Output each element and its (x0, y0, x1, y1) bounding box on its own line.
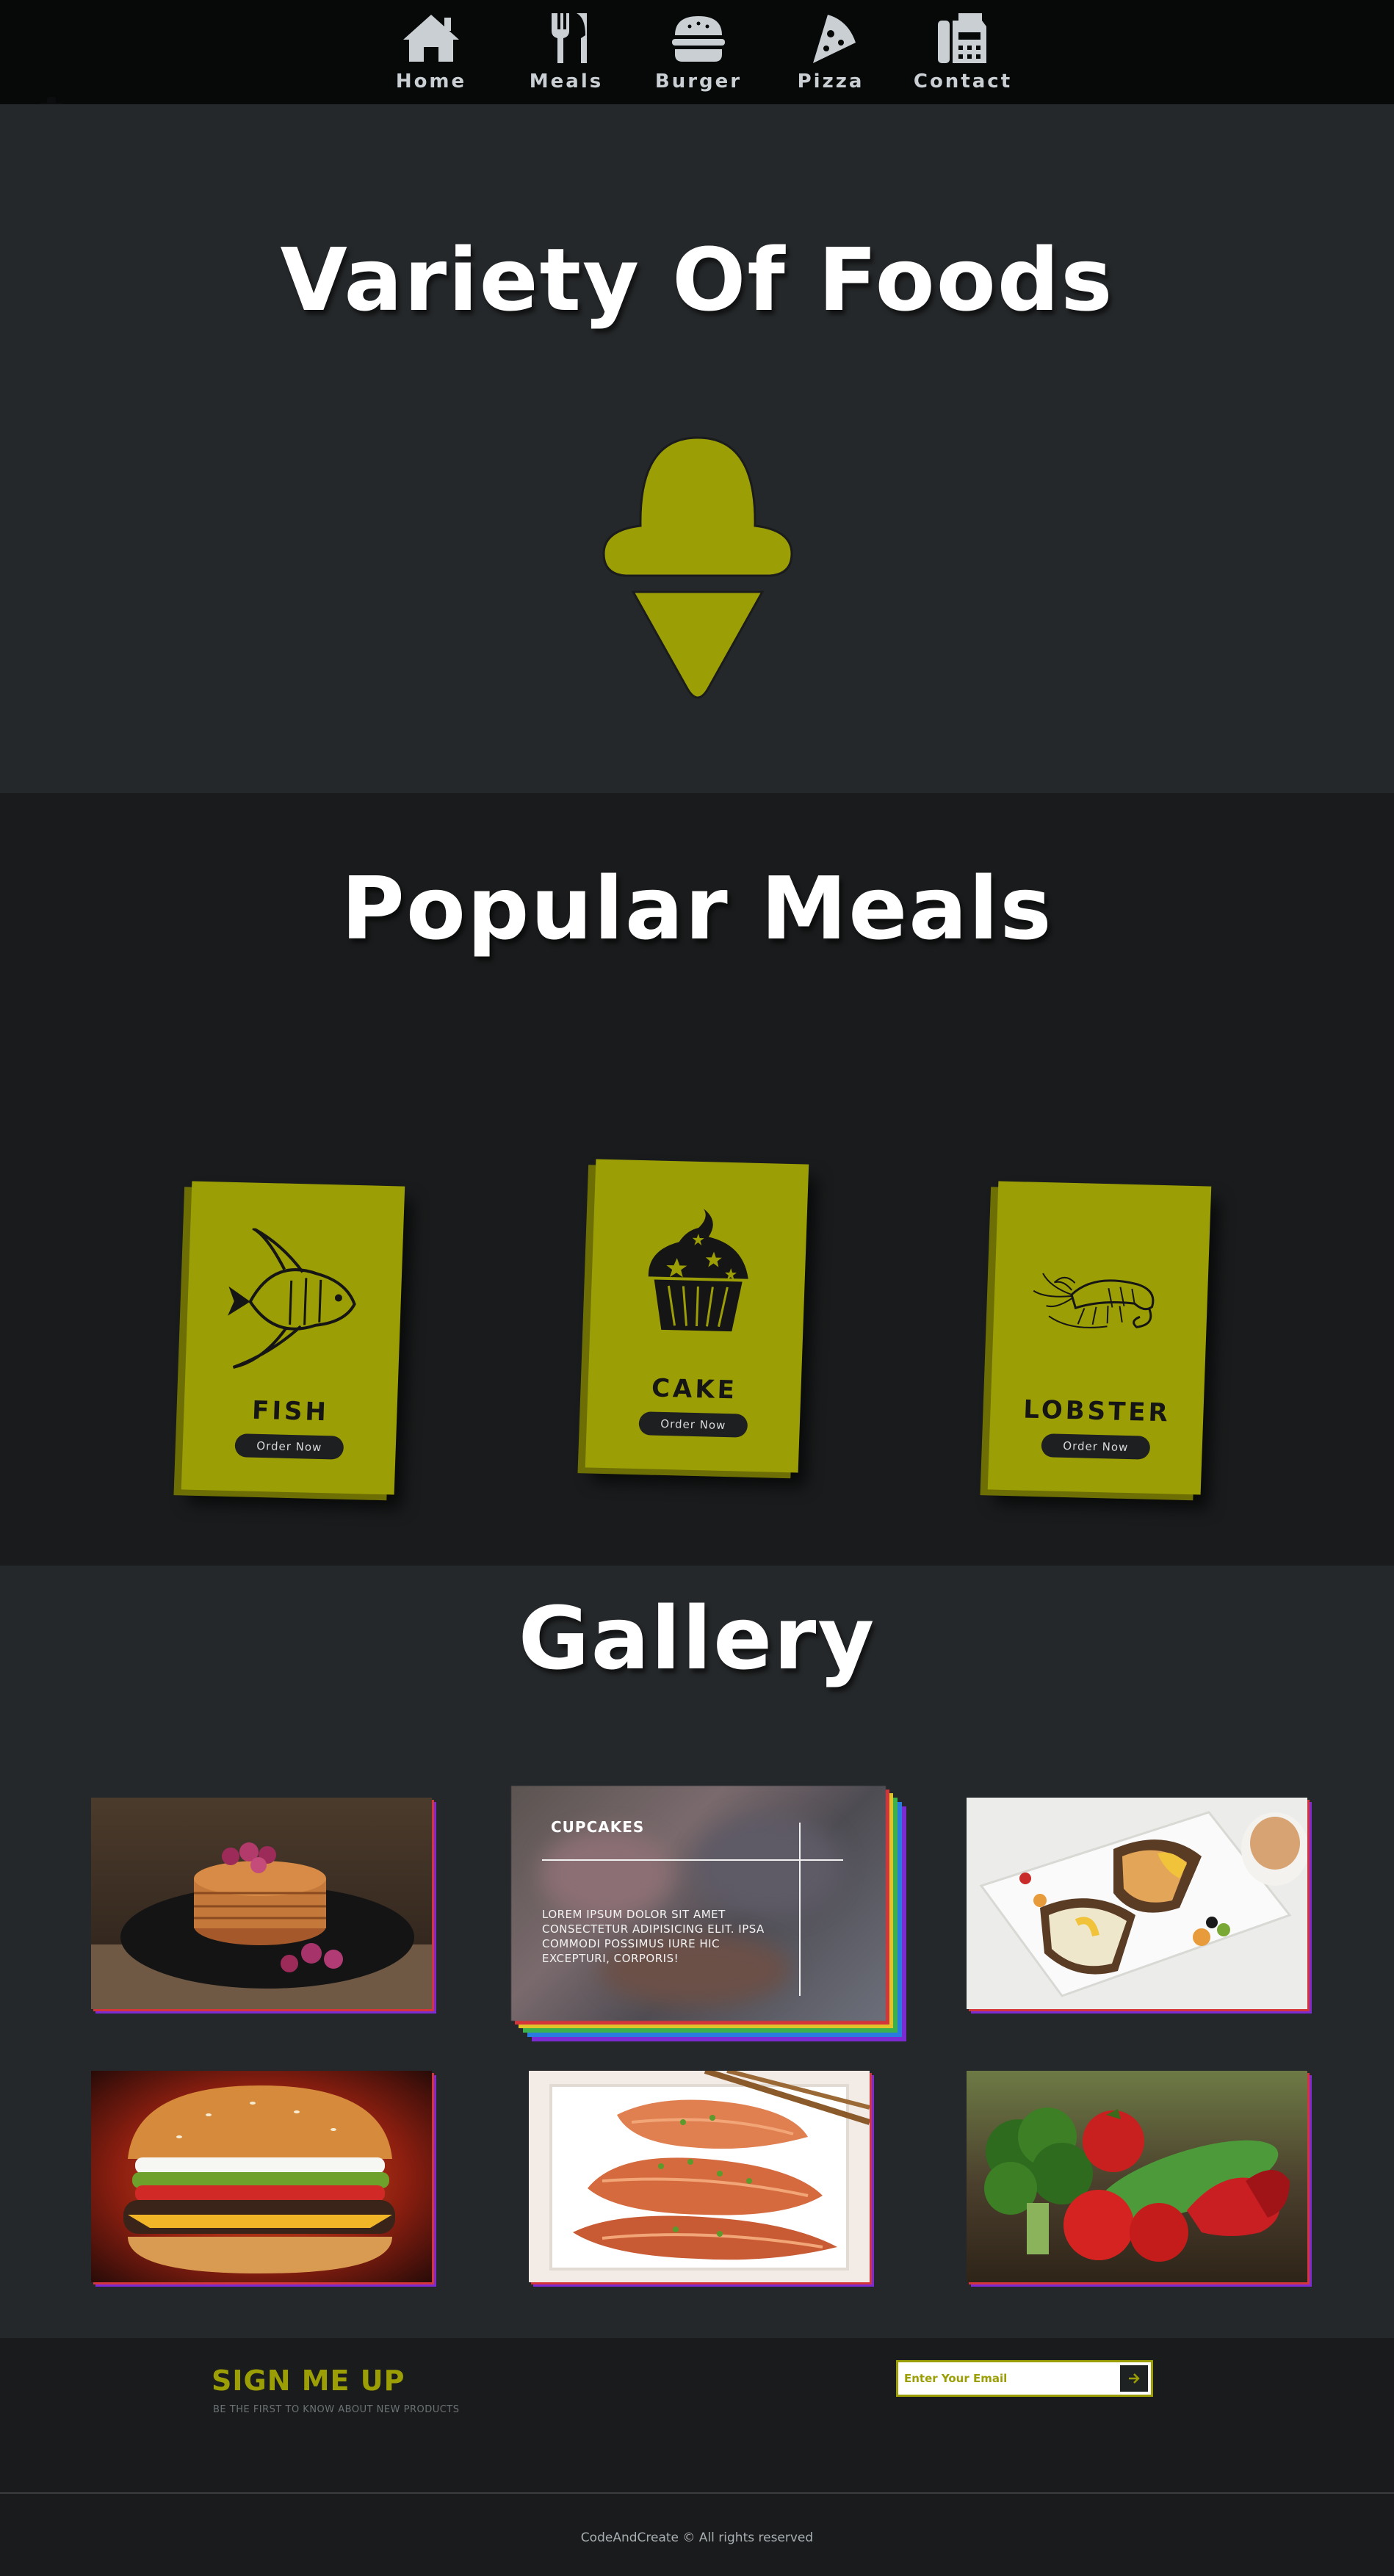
nav-item-home[interactable]: Home (365, 0, 497, 93)
home-icon (403, 15, 459, 62)
nav-item-pizza[interactable]: Pizza (765, 0, 897, 93)
gallery-tile-burger[interactable] (91, 2071, 432, 2282)
utensils-icon (552, 13, 587, 63)
order-now-button[interactable]: Order Now (1041, 1433, 1151, 1460)
email-field[interactable] (904, 2362, 1124, 2395)
meal-card-lobster[interactable]: LOBSTER Order Now (987, 1181, 1212, 1495)
feature-title: CUPCAKES (551, 1818, 645, 1836)
fish-icon (228, 1227, 356, 1369)
nav-item-burger[interactable]: Burger (632, 0, 765, 93)
popular-meals-section: Popular Meals FISH Order Now CAKE Order … (0, 793, 1394, 1566)
gallery-tile-vegetables[interactable] (967, 2071, 1307, 2282)
top-nav: Home Meals Burger Pizza Contact (0, 0, 1394, 104)
nav-label-contact: Contact (913, 70, 1013, 93)
nav-label-pizza: Pizza (797, 70, 864, 93)
copyright-text: CodeAndCreate © All rights reserved (580, 2530, 814, 2545)
hero-title: Variety Of Foods (280, 229, 1114, 330)
pancakes-photo (91, 1798, 432, 2009)
signup-title: SIGN ME UP (212, 2365, 405, 2397)
signup-section: SIGN ME UP BE THE FIRST TO KNOW ABOUT NE… (0, 2338, 1394, 2494)
arrow-right-icon (1129, 2373, 1140, 2384)
email-form (896, 2360, 1153, 2397)
pizza-icon (813, 15, 856, 63)
feature-text: LOREM IPSUM DOLOR SIT AMET CONSECTETUR A… (542, 1908, 765, 1965)
meal-card-title: FISH (251, 1395, 330, 1428)
vegetables-photo (967, 2071, 1307, 2282)
meal-card-title: CAKE (651, 1373, 738, 1405)
gallery-title: Gallery (518, 1588, 876, 1689)
meal-card-title: LOBSTER (1022, 1394, 1171, 1428)
gallery-tile-pancakes[interactable] (91, 1798, 432, 2009)
hero-section: Variety Of Foods (0, 104, 1394, 793)
nav-label-burger: Burger (654, 70, 743, 93)
lobster-icon (1033, 1273, 1155, 1328)
order-now-button[interactable]: Order Now (234, 1433, 344, 1460)
popular-meals-title: Popular Meals (341, 858, 1053, 959)
gallery-tile-sandwich[interactable] (967, 1798, 1307, 2009)
submit-email-button[interactable] (1120, 2365, 1148, 2392)
footer: CodeAndCreate © All rights reserved (0, 2494, 1394, 2576)
signup-subtitle: BE THE FIRST TO KNOW ABOUT NEW PRODUCTS (213, 2404, 460, 2415)
cupcake-icon (648, 1209, 748, 1332)
feature-divider (542, 1859, 843, 1861)
meal-card-fish[interactable]: FISH Order Now (181, 1181, 405, 1495)
sandwich-photo (967, 1798, 1307, 2009)
gallery-tile-salmon[interactable] (529, 2071, 870, 2282)
meal-card-cake[interactable]: CAKE Order Now (585, 1159, 809, 1473)
feature-divider (799, 1823, 801, 1996)
gallery-tile-cupcakes[interactable]: CUPCAKES LOREM IPSUM DOLOR SIT AMET CONS… (511, 1786, 906, 2041)
burger-icon (672, 16, 725, 62)
nav-label-home: Home (395, 70, 467, 93)
ice-cream-icon (602, 436, 793, 699)
burger-photo (91, 2071, 432, 2282)
nav-item-contact[interactable]: Contact (897, 0, 1029, 93)
nav-label-meals: Meals (529, 70, 604, 93)
fax-icon (938, 13, 986, 63)
order-now-button[interactable]: Order Now (638, 1411, 748, 1438)
nav-item-meals[interactable]: Meals (500, 0, 632, 93)
salmon-photo (529, 2071, 870, 2282)
